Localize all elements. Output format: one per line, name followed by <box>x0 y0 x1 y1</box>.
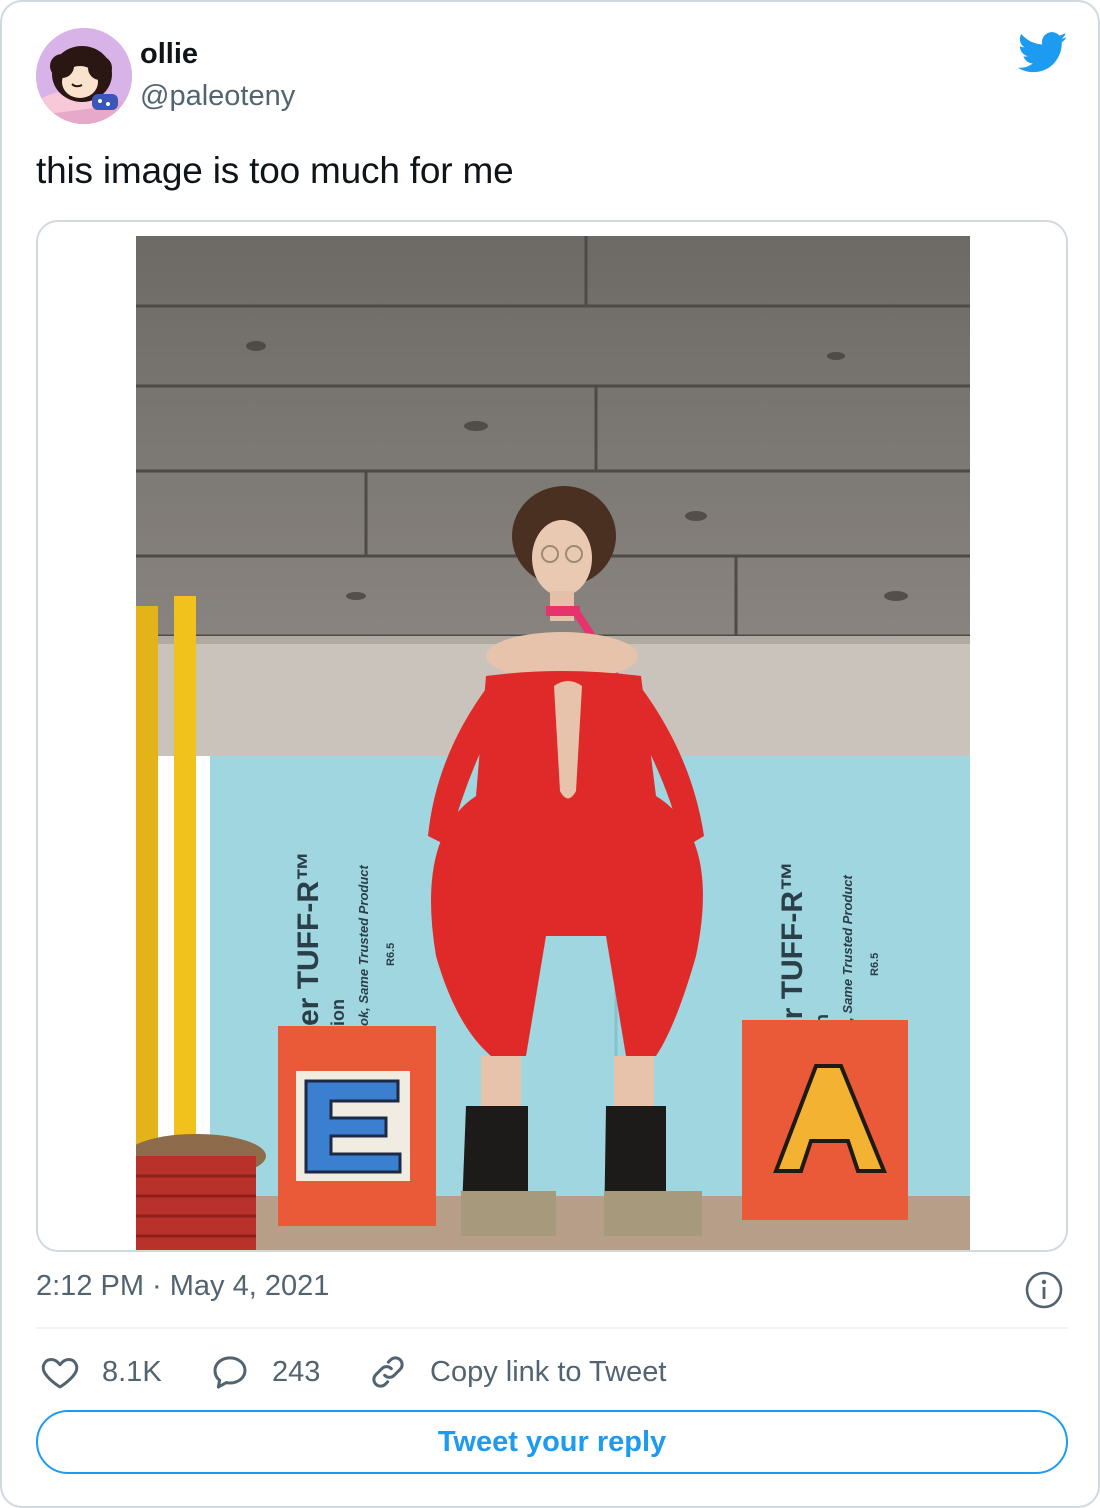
board-tagline-right: ok, Same Trusted Product <box>840 874 855 1036</box>
tweet-text: this image is too much for me <box>36 150 514 191</box>
author-display-name[interactable]: ollie <box>140 38 198 71</box>
author-handle[interactable]: @paleoteny <box>140 80 295 113</box>
copy-link-button[interactable]: Copy link to Tweet <box>368 1348 666 1396</box>
board-tagline-left: ok, Same Trusted Product <box>356 864 371 1026</box>
letter-a-panel <box>742 1020 908 1220</box>
tweet-card: ollie @paleoteny this image is too much … <box>0 0 1100 1508</box>
board-brand-left: er TUFF-R™ <box>292 851 325 1026</box>
link-icon <box>372 1356 404 1388</box>
reply-count-button[interactable]: 243 <box>210 1348 320 1396</box>
tweet-photo[interactable]: er TUFF-R™ ion ok, Same Trusted Product … <box>136 236 970 1252</box>
cartoon-girl-avatar-icon <box>36 28 132 124</box>
like-button[interactable]: 8.1K <box>40 1348 162 1396</box>
comment-bubble-icon <box>213 1356 247 1389</box>
tweet-timestamp[interactable]: 2:12 PM · May 4, 2021 <box>36 1270 329 1303</box>
board-sub-left: ion <box>328 999 348 1026</box>
copy-link-label: Copy link to Tweet <box>430 1355 667 1388</box>
author-avatar[interactable] <box>36 28 132 124</box>
board-brand-right: er TUFF-R™ <box>776 861 809 1036</box>
heart-icon <box>41 1358 79 1389</box>
board-rating-left: R6.5 <box>385 943 397 966</box>
twitter-bird-icon[interactable] <box>1017 32 1068 74</box>
reply-count: 243 <box>272 1355 321 1388</box>
divider <box>36 1327 1068 1329</box>
tweet-media[interactable]: er TUFF-R™ ion ok, Same Trusted Product … <box>36 220 1068 1252</box>
board-rating-right: R6.5 <box>869 953 881 976</box>
info-icon[interactable] <box>1024 1270 1064 1310</box>
like-count: 8.1K <box>102 1355 162 1388</box>
tweet-your-reply-button[interactable]: Tweet your reply <box>36 1410 1068 1474</box>
letter-e-panel <box>278 1026 436 1226</box>
